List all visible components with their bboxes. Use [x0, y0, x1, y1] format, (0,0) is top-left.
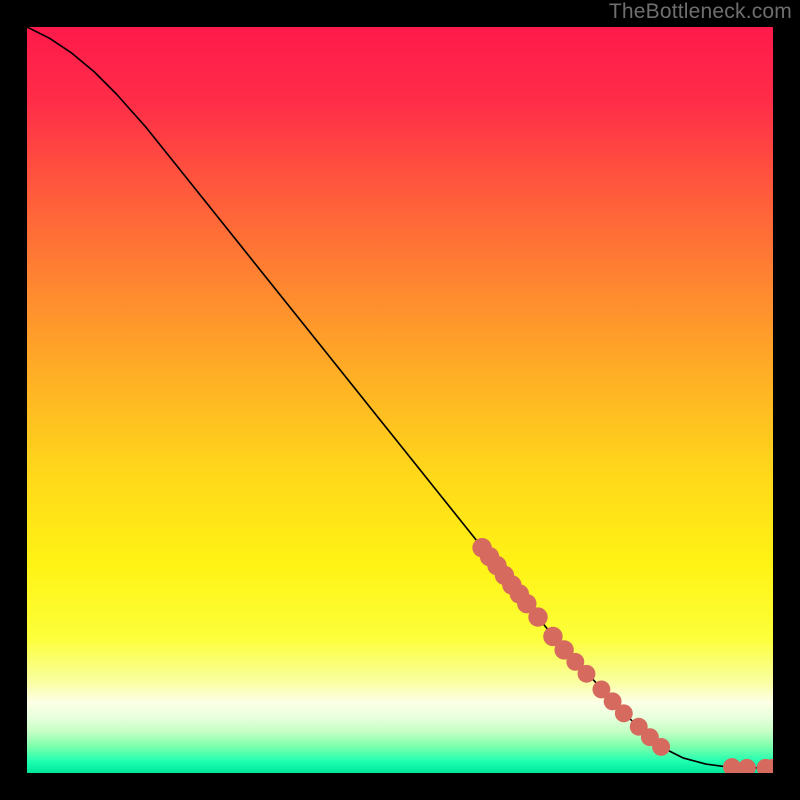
- bottleneck-chart: [27, 27, 773, 773]
- data-marker: [652, 738, 670, 756]
- chart-frame: TheBottleneck.com: [0, 0, 800, 800]
- data-marker: [528, 607, 547, 626]
- plot-background: [27, 27, 773, 773]
- data-marker: [615, 704, 633, 722]
- attribution-label: TheBottleneck.com: [609, 0, 792, 24]
- data-marker: [578, 665, 596, 683]
